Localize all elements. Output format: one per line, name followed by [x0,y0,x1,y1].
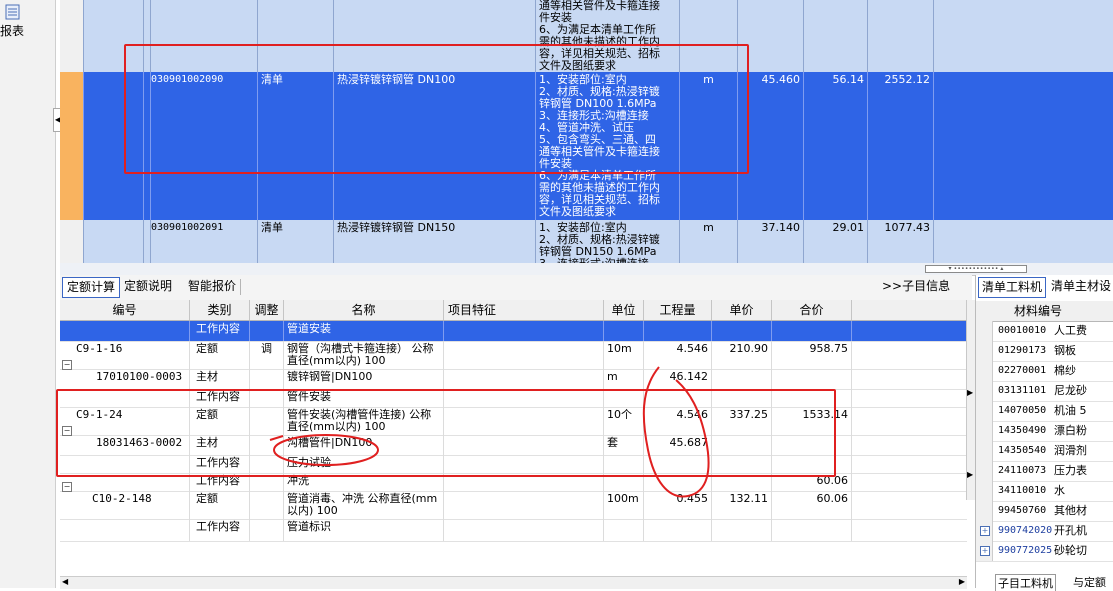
annotation-marks [269,366,710,498]
annotation-stroke [269,435,284,441]
annotation-circle [642,366,710,498]
annotation-circle [273,434,379,466]
